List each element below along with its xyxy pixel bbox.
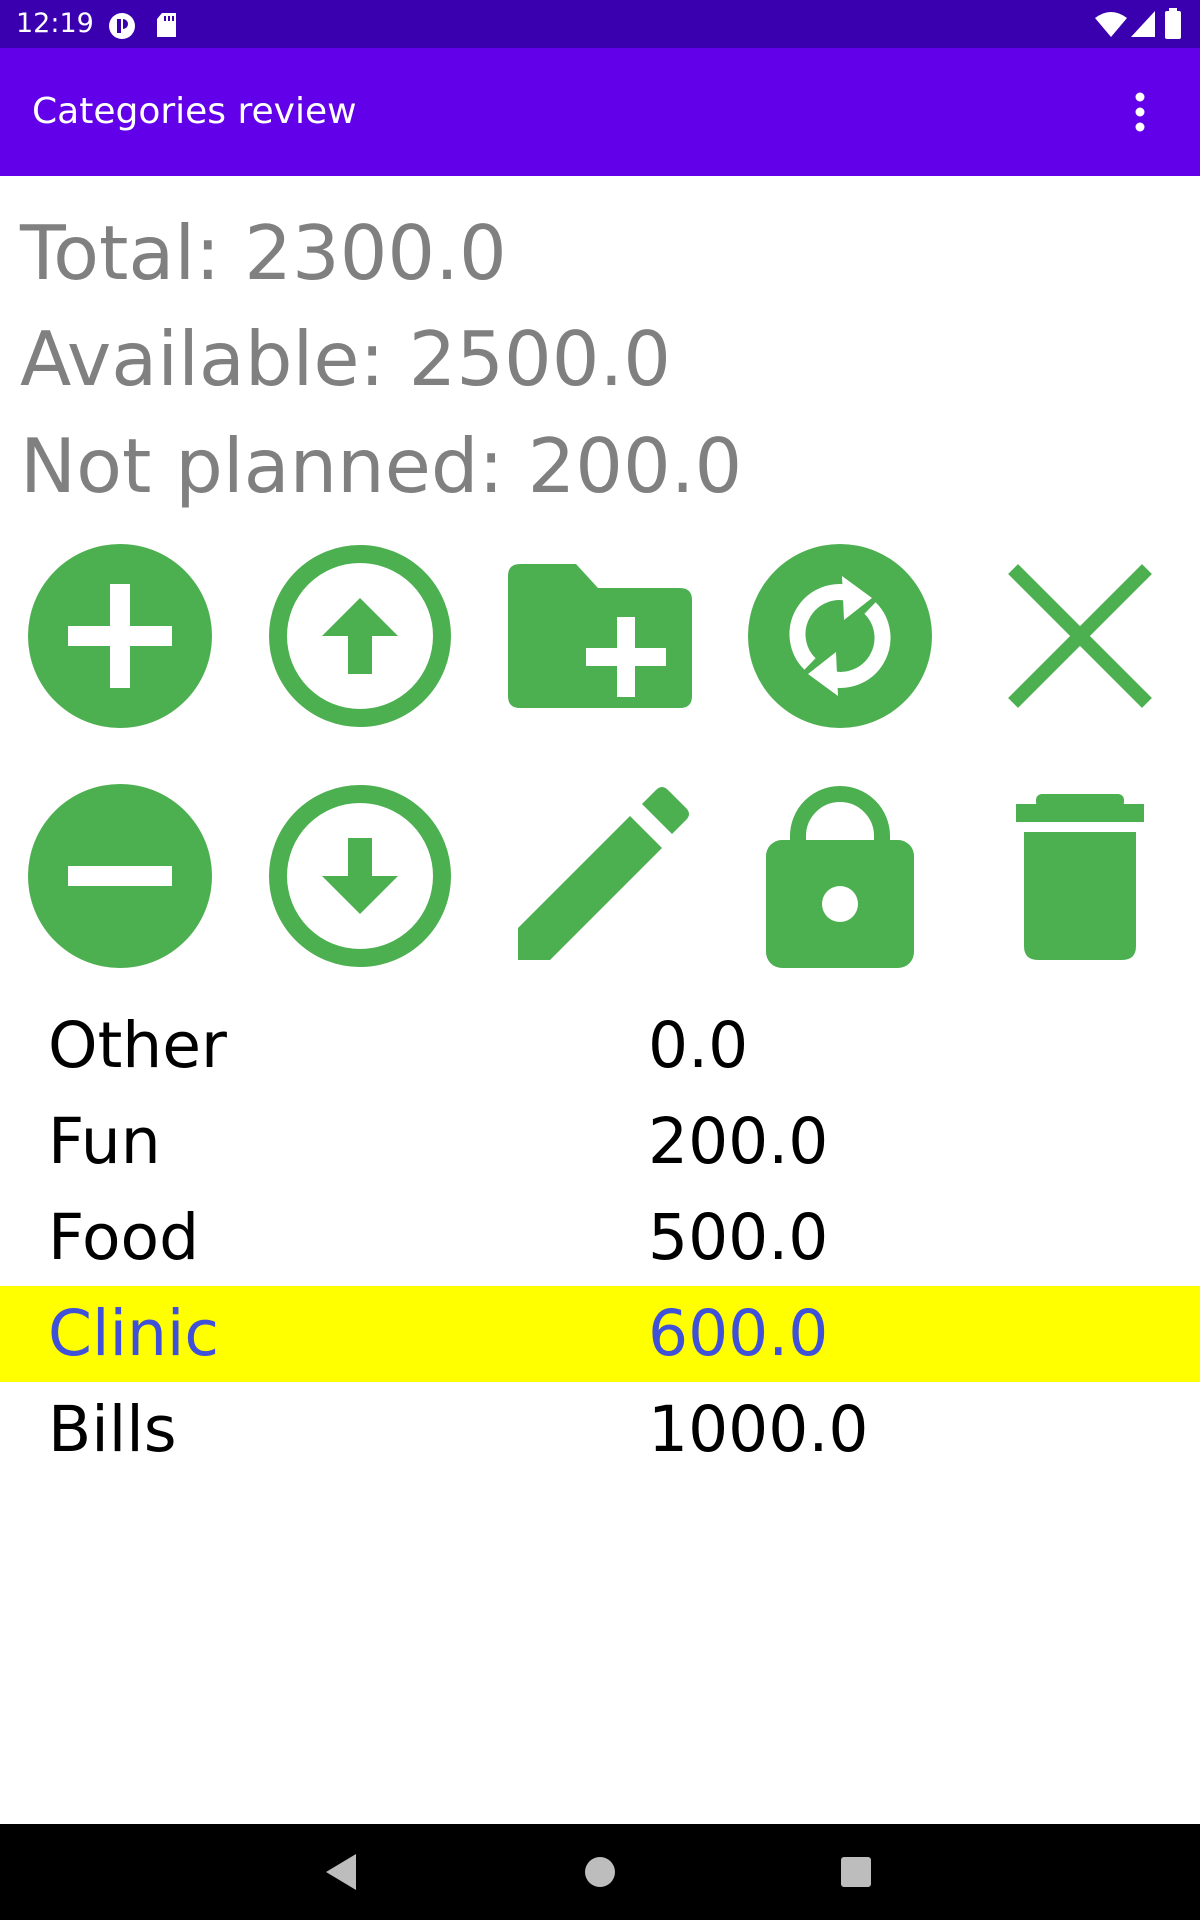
navigation-bar [0,1824,1200,1920]
category-name: Fun [48,1105,161,1178]
edit-pencil-icon [518,787,689,960]
remove-category-button[interactable] [20,776,220,976]
lock-button[interactable] [740,776,940,976]
more-vert-icon [1135,92,1145,132]
lock-icon [766,786,914,968]
page-title: Categories review [32,91,357,132]
available-label: Available: 2500.0 [20,315,672,403]
notification-app-icon [109,13,135,39]
category-name: Bills [48,1393,177,1466]
category-value: 600.0 [648,1297,829,1370]
recents-icon [841,1857,871,1887]
folder-add-icon [508,564,692,708]
move-up-button[interactable] [260,536,460,736]
move-down-button[interactable] [260,776,460,976]
close-button[interactable] [980,536,1180,736]
back-icon [326,1854,356,1890]
category-name: Food [48,1201,200,1274]
back-button[interactable] [310,1840,374,1904]
total-label: Total: 2300.0 [20,209,507,297]
app-screen: 12:19 Categories review Total: 2300.0 Av… [0,0,1200,1920]
delete-icon [1016,794,1144,960]
arrow-down-circle-icon [269,785,451,967]
category-name: Clinic [48,1297,220,1370]
status-time: 12:19 [16,8,94,39]
status-bar: 12:19 [0,0,1200,48]
not-planned-label: Not planned: 200.0 [20,422,743,510]
overflow-menu-button[interactable] [1120,88,1160,136]
list-item[interactable]: Other 0.0 [0,998,1200,1094]
close-icon [1008,564,1152,708]
remove-icon [28,784,212,968]
edit-button[interactable] [500,776,700,976]
category-value: 0.0 [648,1009,749,1082]
category-value: 200.0 [648,1105,829,1178]
app-bar: Categories review [0,48,1200,176]
wifi-icon [1095,12,1127,37]
signal-icon [1131,11,1155,37]
category-value: 500.0 [648,1201,829,1274]
sd-card-icon [157,13,176,37]
sync-button[interactable] [740,536,940,736]
home-icon [585,1857,615,1887]
sync-icon [748,544,932,728]
list-item[interactable]: Food 500.0 [0,1190,1200,1286]
add-icon [28,544,212,728]
list-item-selected[interactable]: Clinic 600.0 [0,1286,1200,1382]
add-category-button[interactable] [20,536,220,736]
add-folder-button[interactable] [500,536,700,736]
delete-button[interactable] [980,776,1180,976]
list-item[interactable]: Bills 1000.0 [0,1382,1200,1478]
category-name: Other [48,1009,227,1082]
arrow-up-circle-icon [269,545,451,727]
battery-icon [1165,8,1181,39]
list-item[interactable]: Fun 200.0 [0,1094,1200,1190]
category-value: 1000.0 [648,1393,869,1466]
recents-button[interactable] [824,1840,888,1904]
home-button[interactable] [568,1840,632,1904]
